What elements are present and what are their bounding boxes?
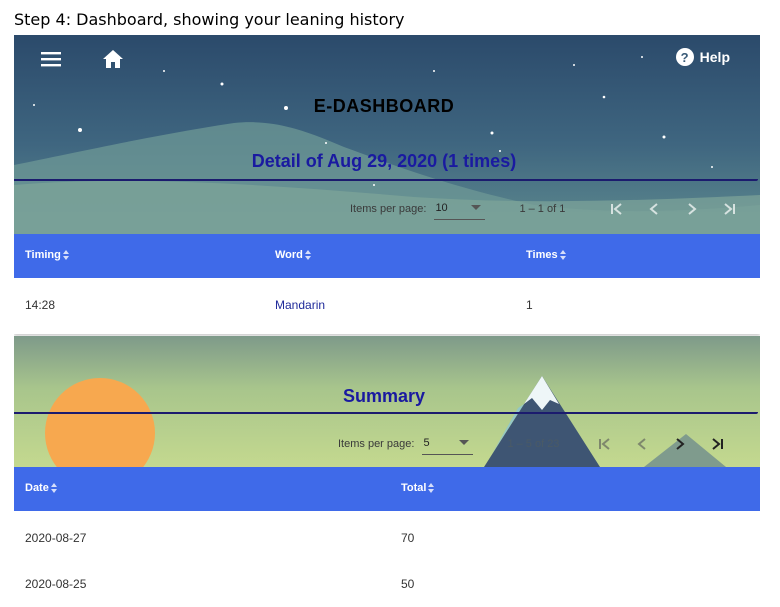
page-size-value: 5 xyxy=(423,436,430,449)
items-per-page-label: Items per page: xyxy=(338,438,415,450)
column-header-timing[interactable]: Timing xyxy=(25,249,69,261)
column-header-word[interactable]: Word xyxy=(275,249,311,261)
summary-title: Summary xyxy=(342,386,426,406)
detail-table-header: Timing Word Times xyxy=(14,234,760,278)
prev-page-icon[interactable] xyxy=(635,197,673,221)
table-row[interactable]: 2020-08-25 50 xyxy=(14,559,760,605)
cell-total: 50 xyxy=(401,577,415,591)
cell-times: 1 xyxy=(526,298,533,312)
sort-icon xyxy=(304,250,311,260)
column-header-total[interactable]: Total xyxy=(401,482,435,494)
first-page-icon[interactable] xyxy=(597,197,635,221)
sort-icon xyxy=(559,250,566,260)
column-label: Date xyxy=(25,482,49,494)
top-app-bar: ? Help xyxy=(14,35,760,83)
help-icon: ? xyxy=(675,48,694,66)
sort-icon xyxy=(428,483,435,493)
page-size-select[interactable]: 5 xyxy=(422,434,474,455)
first-page-icon[interactable] xyxy=(585,432,623,456)
help-button[interactable]: ? Help xyxy=(675,48,730,66)
title-divider xyxy=(14,179,758,181)
summary-paginator: Items per page: 5 1 – 5 of 23 xyxy=(338,432,737,456)
cell-timing: 14:28 xyxy=(25,298,56,312)
last-page-icon[interactable] xyxy=(711,197,749,221)
next-page-icon[interactable] xyxy=(673,197,711,221)
sort-icon xyxy=(50,483,57,493)
items-per-page-label: Items per page: xyxy=(350,203,427,215)
menu-icon[interactable] xyxy=(36,47,66,71)
table-row: 14:28 Mandarin 1 xyxy=(14,280,760,334)
detail-banner: ? Help E-DASHBOARD Detail of Aug 29, 202… xyxy=(14,35,760,234)
next-page-icon[interactable] xyxy=(661,432,699,456)
title-divider xyxy=(14,412,758,414)
home-icon[interactable] xyxy=(98,47,128,71)
column-header-times[interactable]: Times xyxy=(526,249,566,261)
sort-icon xyxy=(62,250,69,260)
chevron-down-icon xyxy=(471,204,482,210)
table-row[interactable]: 2020-08-27 70 xyxy=(14,513,760,559)
column-label: Times xyxy=(526,249,558,261)
page-size-value: 10 xyxy=(435,201,448,214)
detail-title: Detail of Aug 29, 2020 (1 times) xyxy=(251,151,517,171)
column-label: Timing xyxy=(25,249,61,261)
prev-page-icon[interactable] xyxy=(623,432,661,456)
cell-total: 70 xyxy=(401,531,415,545)
page-range-label: 1 – 1 of 1 xyxy=(519,203,566,215)
page-nav xyxy=(597,197,749,221)
column-label: Word xyxy=(275,249,303,261)
cell-date: 2020-08-27 xyxy=(25,531,87,545)
last-page-icon[interactable] xyxy=(699,432,737,456)
word-link[interactable]: Mandarin xyxy=(275,298,325,312)
app-title: E-DASHBOARD xyxy=(313,96,455,116)
column-header-date[interactable]: Date xyxy=(25,482,57,494)
help-label: Help xyxy=(699,49,730,65)
summary-banner: Summary Items per page: 5 1 – 5 of 23 xyxy=(14,336,760,467)
summary-table-header: Date Total xyxy=(14,467,760,511)
dashboard-frame: ? Help E-DASHBOARD Detail of Aug 29, 202… xyxy=(14,35,760,607)
step-caption: Step 4: Dashboard, showing your leaning … xyxy=(14,10,405,29)
column-label: Total xyxy=(401,482,427,494)
cell-date: 2020-08-25 xyxy=(25,577,87,591)
chevron-down-icon xyxy=(459,439,470,445)
page-range-label: 1 – 5 of 23 xyxy=(507,438,560,450)
page-size-select[interactable]: 10 xyxy=(434,199,486,220)
page-nav xyxy=(585,432,737,456)
detail-paginator: Items per page: 10 1 – 1 of 1 xyxy=(350,197,749,221)
